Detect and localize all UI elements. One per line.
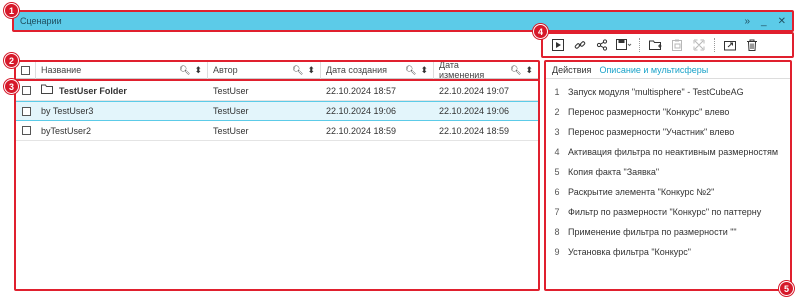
annotation-badge-2: 2	[4, 53, 19, 68]
annotation-badge-3: 3	[4, 79, 19, 94]
annotation-badge-1: 1	[4, 3, 19, 18]
annotation-frame-3	[14, 79, 540, 291]
annotation-frame-5	[544, 60, 792, 291]
annotation-frame-1	[12, 10, 794, 32]
annotation-frame-4	[541, 32, 794, 58]
annotation-badge-4: 4	[533, 24, 548, 39]
annotation-frame-2	[14, 60, 540, 81]
annotation-badge-5: 5	[779, 281, 794, 296]
